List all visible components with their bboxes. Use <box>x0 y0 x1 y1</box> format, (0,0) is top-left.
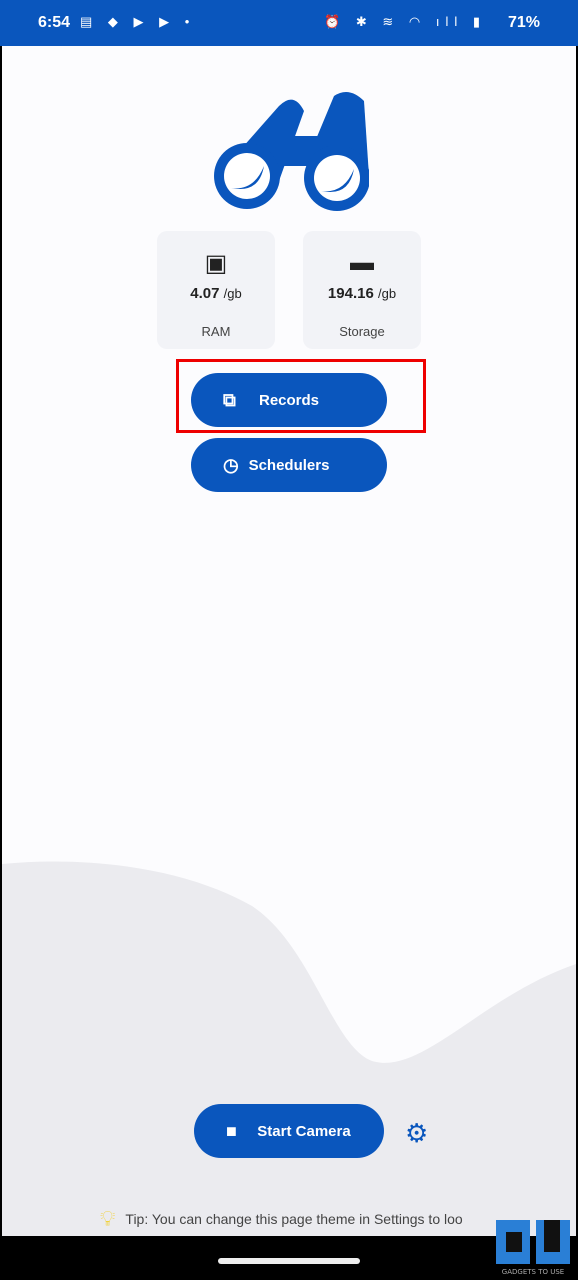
chip-icon: ▣ <box>204 250 228 277</box>
system-icons: ⏰ ✱ ≋ ◠ ıll ▮ <box>324 14 486 29</box>
schedulers-label: Schedulers <box>248 456 330 474</box>
battery-percent: 71% <box>507 14 540 31</box>
storage-label: Storage <box>339 324 385 339</box>
video-library-icon: ⧉ <box>223 389 236 410</box>
schedulers-button[interactable]: ◷ Schedulers <box>191 438 387 492</box>
clock: 6:54 <box>38 14 71 31</box>
storage-icon: ▬ <box>350 249 374 276</box>
settings-gear-icon[interactable]: ⚙ <box>405 1118 428 1149</box>
storage-card: ▬ 194.16 /gb Storage <box>303 231 421 349</box>
svg-text:GADGETS TO USE: GADGETS TO USE <box>502 1268 564 1276</box>
storage-value: 194.16 <box>327 285 374 302</box>
status-bar: 6:54 ▤ ◆ ▶ ▶ • ⏰ ✱ ≋ ◠ ıll ▮ 71% <box>0 0 578 46</box>
background-wave <box>2 861 576 1236</box>
ram-card: ▣ 4.07 /gb RAM <box>157 231 275 349</box>
start-camera-label: Start Camera <box>257 1122 351 1140</box>
lightbulb-icon: 💡︎ <box>100 1206 116 1231</box>
notification-icons: ▤ ◆ ▶ ▶ • <box>80 14 196 29</box>
ram-value: 4.07 <box>190 285 220 302</box>
start-camera-button[interactable]: ■ Start Camera <box>194 1104 384 1158</box>
app-screen: ▣ 4.07 /gb RAM ▬ 194.16 /gb Storage ⧉ Re… <box>2 46 576 1236</box>
clock-icon: ◷ <box>223 454 239 475</box>
tip: 💡︎ Tip: You can change this page theme i… <box>100 1206 463 1232</box>
home-indicator[interactable] <box>218 1258 360 1264</box>
watermark-logo: GADGETS TO USE <box>496 1220 570 1276</box>
tip-text: Tip: You can change this page theme in S… <box>125 1211 463 1227</box>
ram-unit: /gb <box>223 286 242 301</box>
ram-label: RAM <box>201 324 231 339</box>
storage-unit: /gb <box>377 286 397 301</box>
records-label: Records <box>258 391 320 409</box>
records-button[interactable]: ⧉ Records <box>191 373 387 427</box>
binoculars-logo-icon <box>214 92 369 211</box>
video-camera-icon: ■ <box>226 1120 237 1141</box>
